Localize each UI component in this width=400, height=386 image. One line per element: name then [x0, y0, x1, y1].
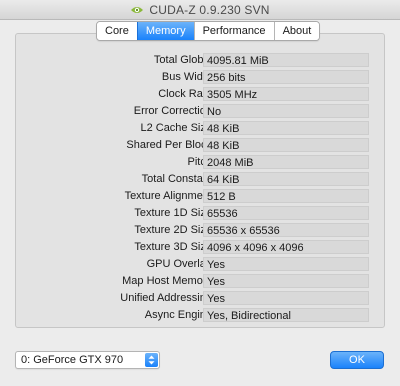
l2-cache-size-value: 48 KiB [203, 121, 369, 135]
unified-addressing-label: Unified Addressing [120, 292, 212, 304]
row-shared-per-block: Shared Per Block 48 KiB [16, 137, 386, 154]
bus-width-value: 256 bits [203, 70, 369, 84]
row-texture-3d-size: Texture 3D Size 4096 x 4096 x 4096 [16, 239, 386, 256]
tab-performance[interactable]: Performance [193, 22, 274, 40]
row-l2-cache-size: L2 Cache Size 48 KiB [16, 120, 386, 137]
row-unified-addressing: Unified Addressing Yes [16, 290, 386, 307]
map-host-memory-label: Map Host Memory [122, 275, 212, 287]
row-clock-rate: Clock Rate 3505 MHz [16, 86, 386, 103]
map-host-memory-value: Yes [203, 274, 369, 288]
shared-per-block-label: Shared Per Block [126, 139, 212, 151]
row-texture-2d-size: Texture 2D Size 65536 x 65536 [16, 222, 386, 239]
row-texture-alignment: Texture Alignment 512 B [16, 188, 386, 205]
error-correction-label: Error Correction [133, 105, 212, 117]
texture-3d-size-label: Texture 3D Size [134, 241, 212, 253]
tab-memory[interactable]: Memory [136, 22, 194, 40]
pitch-value: 2048 MiB [203, 155, 369, 169]
row-total-constant: Total Constant 64 KiB [16, 171, 386, 188]
row-pitch: Pitch 2048 MiB [16, 154, 386, 171]
clock-rate-value: 3505 MHz [203, 87, 369, 101]
device-select-value: 0: GeForce GTX 970 [21, 354, 124, 366]
row-texture-1d-size: Texture 1D Size 65536 [16, 205, 386, 222]
memory-panel: Total Global 4095.81 MiB Bus Width 256 b… [15, 33, 385, 328]
tab-core[interactable]: Core [97, 22, 137, 40]
window-title: CUDA-Z 0.9.230 SVN [149, 2, 270, 17]
tab-bar: Core Memory Performance About [96, 21, 321, 41]
texture-alignment-label: Texture Alignment [124, 190, 212, 202]
memory-info-list: Total Global 4095.81 MiB Bus Width 256 b… [16, 52, 386, 324]
texture-2d-size-label: Texture 2D Size [134, 224, 212, 236]
async-engine-value: Yes, Bidirectional [203, 308, 369, 322]
total-constant-value: 64 KiB [203, 172, 369, 186]
row-error-correction: Error Correction No [16, 103, 386, 120]
texture-2d-size-value: 65536 x 65536 [203, 223, 369, 237]
row-map-host-memory: Map Host Memory Yes [16, 273, 386, 290]
ok-button[interactable]: OK [330, 351, 384, 369]
texture-1d-size-value: 65536 [203, 206, 369, 220]
nvidia-eye-icon [130, 5, 144, 15]
error-correction-value: No [203, 104, 369, 118]
device-select[interactable]: 0: GeForce GTX 970 [15, 351, 160, 369]
gpu-overlap-value: Yes [203, 257, 369, 271]
title-bar: CUDA-Z 0.9.230 SVN [0, 0, 400, 20]
row-total-global: Total Global 4095.81 MiB [16, 52, 386, 69]
tab-about[interactable]: About [273, 22, 320, 40]
texture-alignment-value: 512 B [203, 189, 369, 203]
texture-3d-size-value: 4096 x 4096 x 4096 [203, 240, 369, 254]
l2-cache-size-label: L2 Cache Size [140, 122, 212, 134]
async-engine-label: Async Engine [144, 309, 212, 321]
row-async-engine: Async Engine Yes, Bidirectional [16, 307, 386, 324]
unified-addressing-value: Yes [203, 291, 369, 305]
row-gpu-overlap: GPU Overlap Yes [16, 256, 386, 273]
row-bus-width: Bus Width 256 bits [16, 69, 386, 86]
texture-1d-size-label: Texture 1D Size [134, 207, 212, 219]
shared-per-block-value: 48 KiB [203, 138, 369, 152]
total-global-value: 4095.81 MiB [203, 53, 369, 67]
total-constant-label: Total Constant [141, 173, 212, 185]
up-down-arrows-icon [145, 353, 158, 367]
